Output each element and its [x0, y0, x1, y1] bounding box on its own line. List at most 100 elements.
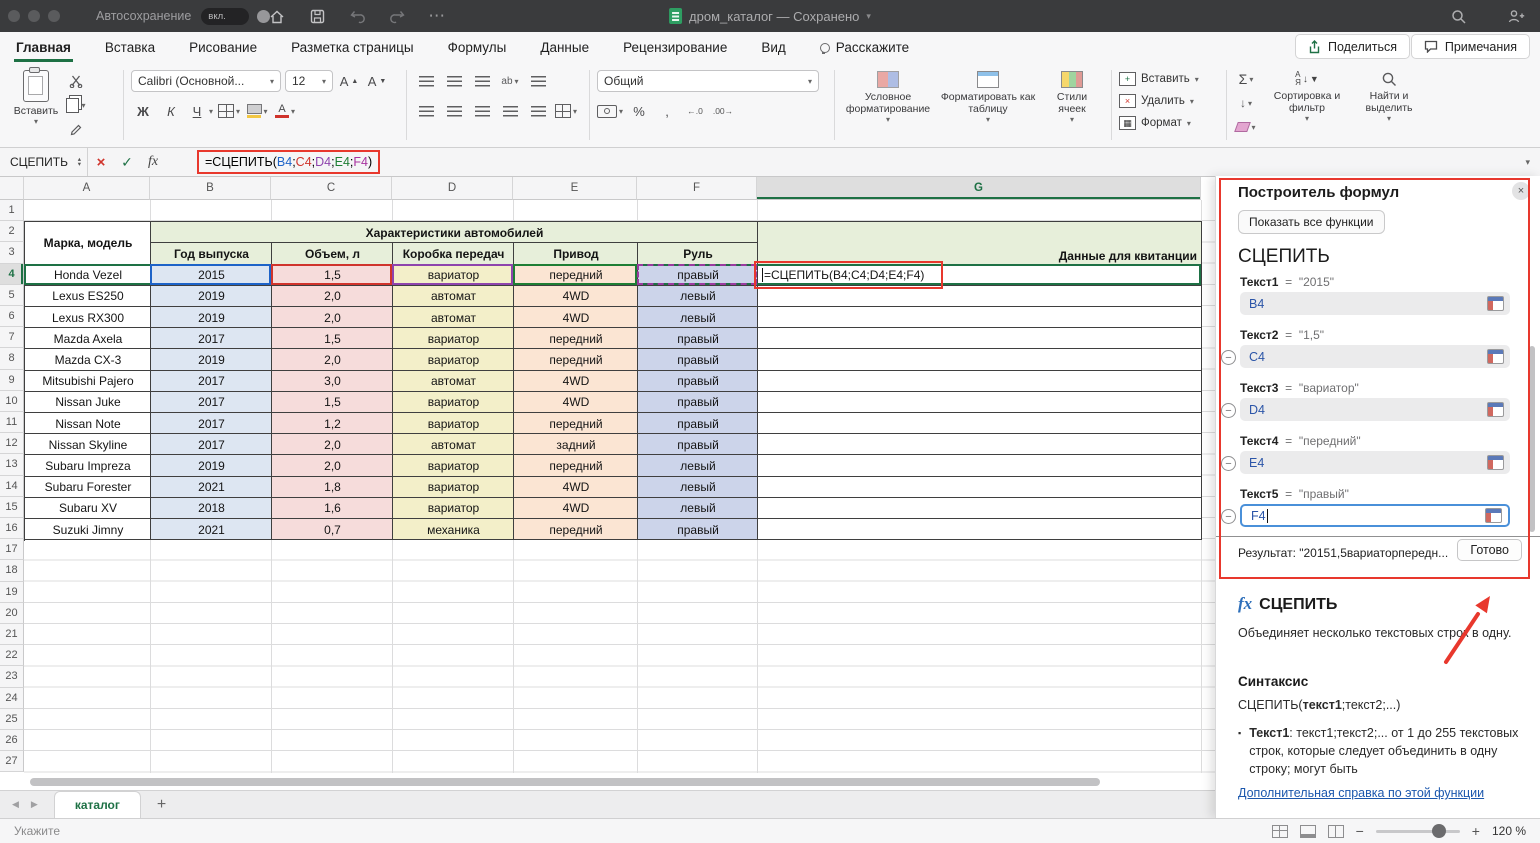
row-header-22[interactable]: 22	[0, 645, 24, 666]
cell-E3-header[interactable]: Привод	[514, 243, 638, 264]
cell-E14[interactable]: 4WD	[514, 477, 638, 498]
align-top-button[interactable]	[414, 70, 438, 92]
cell-B8[interactable]: 2019	[151, 349, 272, 370]
align-left-button[interactable]	[414, 100, 438, 122]
sheet-nav-right-icon[interactable]: ▶	[31, 799, 38, 810]
zoom-level[interactable]: 120 %	[1492, 824, 1526, 838]
cell-G4[interactable]: =СЦЕПИТЬ(B4;C4;D4;E4;F4)	[758, 265, 1202, 286]
argument-input-F4[interactable]: F4	[1240, 504, 1510, 527]
paste-button[interactable]: Вставить ▾	[8, 68, 64, 140]
range-selector-icon-E4[interactable]	[1487, 455, 1504, 470]
comments-button[interactable]: Примечания	[1411, 34, 1530, 59]
cell-A16[interactable]: Suzuki Jimny	[25, 519, 151, 540]
select-all-corner[interactable]	[0, 176, 24, 200]
percent-format-button[interactable]: %	[627, 100, 651, 122]
redo-button[interactable]	[385, 4, 409, 28]
normal-view-button[interactable]	[1272, 825, 1288, 838]
zoom-slider-knob[interactable]	[1432, 824, 1446, 838]
zoom-window-button[interactable]	[48, 10, 60, 22]
cell-B12[interactable]: 2017	[151, 434, 272, 455]
clear-button[interactable]: ▾	[1234, 116, 1258, 138]
undo-button[interactable]	[345, 4, 369, 28]
cell-G15[interactable]	[758, 498, 1202, 519]
cell-D10[interactable]: вариатор	[393, 392, 514, 413]
cut-button[interactable]	[64, 70, 88, 92]
tab-Вставка[interactable]: Вставка	[103, 40, 157, 62]
cell-E12[interactable]: задний	[514, 434, 638, 455]
format-cells-button[interactable]: ▦ Формат▾	[1119, 112, 1219, 134]
document-title-area[interactable]: дром_каталог — Сохранено ▾	[669, 0, 871, 32]
cell-B15[interactable]: 2018	[151, 498, 272, 519]
cell-styles-button[interactable]: Стили ячеек ▾	[1042, 68, 1102, 124]
cell-G13[interactable]	[758, 455, 1202, 476]
argument-input-E4[interactable]: E4	[1240, 451, 1510, 474]
column-header-E[interactable]: E	[513, 176, 637, 200]
row-header-3[interactable]: 3	[0, 242, 24, 263]
cell-F5[interactable]: левый	[638, 286, 758, 307]
cancel-entry-button[interactable]: ×	[88, 148, 114, 176]
range-selector-icon-C4[interactable]	[1487, 349, 1504, 364]
show-all-functions-button[interactable]: Показать все функции	[1238, 210, 1385, 234]
row-header-20[interactable]: 20	[0, 603, 24, 624]
tab-Формулы[interactable]: Формулы	[446, 40, 509, 62]
cell-A12[interactable]: Nissan Skyline	[25, 434, 151, 455]
row-header-18[interactable]: 18	[0, 560, 24, 581]
cell-C15[interactable]: 1,6	[272, 498, 393, 519]
font-color-button[interactable]: А▾	[273, 100, 297, 122]
cell-C3-header[interactable]: Объем, л	[272, 243, 393, 264]
row-header-16[interactable]: 16	[0, 518, 24, 539]
tab-Рецензирование[interactable]: Рецензирование	[621, 40, 729, 62]
conditional-formatting-button[interactable]: Условное форматирование ▾	[842, 68, 934, 124]
cell-D5[interactable]: автомат	[393, 286, 514, 307]
remove-argument-button-E4[interactable]: −	[1221, 456, 1236, 471]
cell-E11[interactable]: передний	[514, 413, 638, 434]
cell-G7[interactable]	[758, 328, 1202, 349]
cell-B3-header[interactable]: Год выпуска	[151, 243, 272, 264]
cell-B9[interactable]: 2017	[151, 371, 272, 392]
row-header-17[interactable]: 17	[0, 539, 24, 560]
cell-E13[interactable]: передний	[514, 455, 638, 476]
cell-F13[interactable]: левый	[638, 455, 758, 476]
align-middle-button[interactable]	[442, 70, 466, 92]
cell-D9[interactable]: автомат	[393, 371, 514, 392]
cell-C8[interactable]: 2,0	[272, 349, 393, 370]
cell-D16[interactable]: механика	[393, 519, 514, 540]
increase-font-size-button[interactable]: A▲	[337, 70, 361, 92]
cell-B16[interactable]: 2021	[151, 519, 272, 540]
increase-indent-button[interactable]	[526, 100, 550, 122]
function-help-link[interactable]: Дополнительная справка по этой функции	[1238, 786, 1484, 800]
tab-Расскажите[interactable]: Расскажите	[818, 40, 911, 62]
cell-C12[interactable]: 2,0	[272, 434, 393, 455]
cell-C10[interactable]: 1,5	[272, 392, 393, 413]
cell-F9[interactable]: правый	[638, 371, 758, 392]
cell-A4[interactable]: Honda Vezel	[25, 265, 151, 286]
italic-button[interactable]: К	[159, 100, 183, 122]
name-box[interactable]: СЦЕПИТЬ ▴▾	[0, 148, 88, 176]
comma-format-button[interactable]: ,	[655, 100, 679, 122]
row-header-2[interactable]: 2	[0, 221, 24, 242]
row-header-5[interactable]: 5	[0, 285, 24, 306]
cell-D3-header[interactable]: Коробка передач	[393, 243, 514, 264]
builder-close-button[interactable]: ×	[1512, 182, 1530, 200]
cell-G11[interactable]	[758, 413, 1202, 434]
row-header-12[interactable]: 12	[0, 433, 24, 454]
font-size-select[interactable]: 12▾	[285, 70, 333, 92]
cell-A13[interactable]: Subaru Impreza	[25, 455, 151, 476]
currency-format-button[interactable]: ▾	[597, 100, 623, 122]
orientation-button[interactable]: ab▾	[498, 70, 522, 92]
close-window-button[interactable]	[8, 10, 20, 22]
cell-C13[interactable]: 2,0	[272, 455, 393, 476]
tab-Главная[interactable]: Главная	[14, 40, 73, 62]
sort-filter-button[interactable]: АЯ↓▼ Сортировка и фильтр ▾	[1264, 68, 1350, 138]
cell-B14[interactable]: 2021	[151, 477, 272, 498]
font-name-select[interactable]: Calibri (Основной...▾	[131, 70, 281, 92]
cell-B4[interactable]: 2015	[151, 265, 272, 286]
delete-cells-button[interactable]: × Удалить▾	[1119, 90, 1219, 112]
cell-F10[interactable]: правый	[638, 392, 758, 413]
cell-G12[interactable]	[758, 434, 1202, 455]
column-header-C[interactable]: C	[271, 176, 392, 200]
cell-C14[interactable]: 1,8	[272, 477, 393, 498]
decrease-font-size-button[interactable]: A▼	[365, 70, 389, 92]
share-presence-button[interactable]	[1504, 4, 1528, 28]
cell-D11[interactable]: вариатор	[393, 413, 514, 434]
